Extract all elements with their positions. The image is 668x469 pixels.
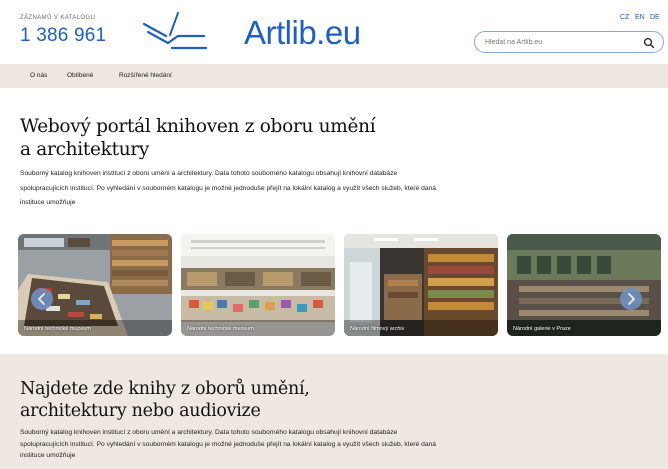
catalog-count-label: ZÁZNAMŮ V KATALOGU: [20, 15, 96, 21]
carousel-slide[interactable]: Národní galerie v Praze: [507, 234, 661, 336]
section-title: Najdete zde knihy z oborů umění, archite…: [20, 378, 440, 422]
nav-item-advanced-search[interactable]: Rozšířené hledání: [119, 72, 172, 79]
intro-text-line-3: instituce umožňuje: [20, 199, 76, 206]
search-icon[interactable]: [643, 37, 655, 49]
catalog-count-value: 1 386 961: [20, 25, 107, 46]
slide-caption: Národní galerie v Praze: [513, 326, 571, 332]
slide-caption: Národní technické muzeum: [24, 326, 91, 332]
site-logo-text[interactable]: Artlib.eu: [244, 14, 361, 52]
search-input[interactable]: [485, 36, 635, 49]
intro-text: Souborný katalog knihoven institucí z ob…: [20, 167, 660, 211]
library-carousel: Národní technické muzeum Národní technic…: [18, 234, 668, 336]
carousel-slide[interactable]: Národní technické muzeum: [181, 234, 335, 336]
section-text-line-2: spolupracujících institucí. Po vyhledání…: [20, 440, 436, 448]
carousel-slide[interactable]: Národní filmový archiv: [344, 234, 498, 336]
language-en-link[interactable]: EN: [635, 14, 645, 21]
library-photo: [507, 234, 661, 336]
language-de-link[interactable]: DE: [650, 14, 660, 21]
carousel-slide[interactable]: Národní technické muzeum: [18, 234, 172, 336]
section-text-line-3: instituce umožňuje: [20, 452, 76, 459]
page-title-line-1: Webový portál knihoven z oboru umění: [20, 116, 376, 137]
section-text: Souborný katalog knihoven institucí z ob…: [20, 427, 660, 462]
collections-section: Najdete zde knihy z oborů umění, archite…: [0, 354, 668, 469]
search-box: [474, 31, 664, 53]
intro-text-line-2: spolupracujících institucí. Po vyhledání…: [20, 184, 436, 192]
intro-section: Webový portál knihoven z oboru umění a a…: [0, 88, 668, 348]
main-navigation: O nás Oblíbené Rozšířené hledání: [0, 64, 668, 88]
page-title-line-2: a architektury: [20, 139, 150, 160]
carousel-next-button[interactable]: [620, 288, 642, 310]
slide-caption: Národní technické muzeum: [187, 326, 254, 332]
nav-item-favorites[interactable]: Oblíbené: [67, 72, 93, 79]
chevron-right-icon: [628, 293, 635, 305]
section-title-line-1: Najdete zde knihy z oborů umění,: [20, 379, 310, 399]
nav-item-about[interactable]: O nás: [30, 72, 47, 79]
library-photo: [181, 234, 335, 336]
books-logo-icon[interactable]: [142, 10, 208, 52]
library-photo: [18, 234, 172, 336]
language-cz-link[interactable]: CZ: [620, 14, 629, 21]
library-photo: [344, 234, 498, 336]
site-header: ZÁZNAMŮ V KATALOGU 1 386 961 Artlib.eu C…: [0, 0, 668, 64]
carousel-prev-button[interactable]: [31, 288, 53, 310]
slide-caption: Národní filmový archiv: [350, 326, 405, 332]
section-title-line-2: architektury nebo audiovize: [20, 401, 261, 421]
section-text-line-1: Souborný katalog knihoven institucí z ob…: [20, 429, 398, 436]
page-title: Webový portál knihoven z oboru umění a a…: [20, 115, 440, 161]
chevron-left-icon: [38, 293, 45, 305]
intro-text-line-1: Souborný katalog knihoven institucí z ob…: [20, 170, 398, 177]
